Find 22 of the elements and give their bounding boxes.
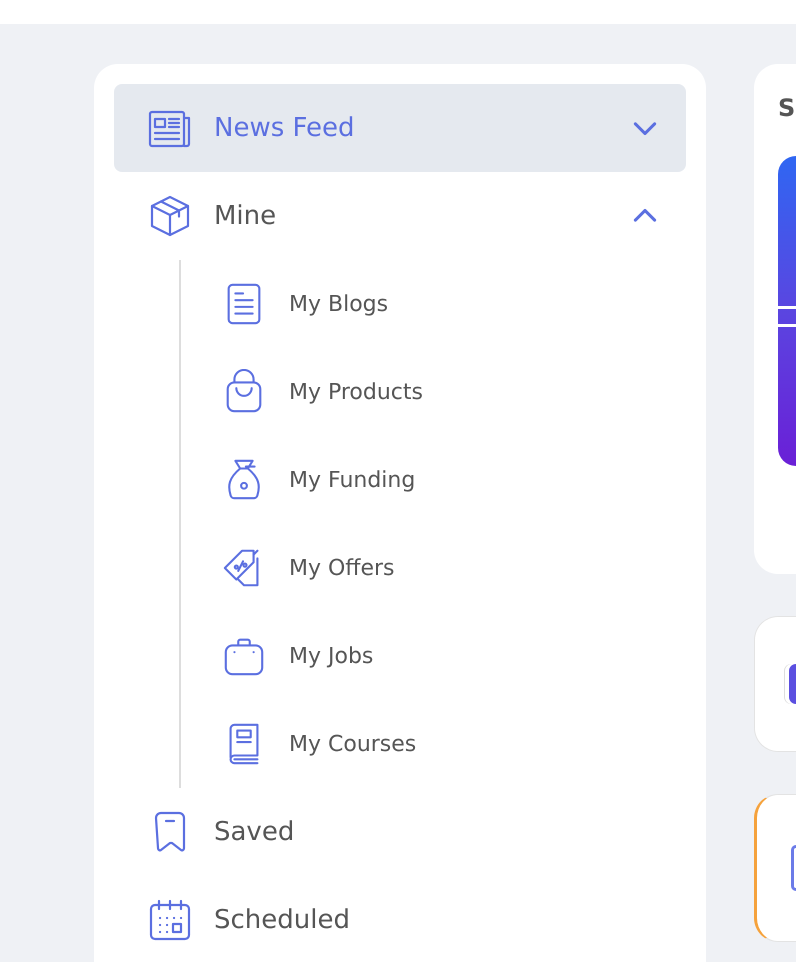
card-heading: S: [778, 94, 796, 124]
nav-item[interactable]: Mine: [114, 172, 686, 260]
nav-label: My Funding: [289, 468, 416, 492]
nav-label: My Jobs: [289, 644, 374, 668]
nav-label: My Blogs: [289, 292, 388, 316]
nav-label: Mine: [214, 201, 278, 231]
nav-subitem[interactable]: My Jobs: [221, 612, 686, 700]
nav-label: News Feed: [214, 113, 356, 143]
nav-subitem[interactable]: My Products: [221, 348, 686, 436]
nav-label: Scheduled: [214, 905, 351, 935]
nav-subitem[interactable]: My Funding: [221, 436, 686, 524]
nav-item[interactable]: Saved: [114, 788, 686, 876]
nav-label: My Offers: [289, 556, 395, 580]
nav-label: My Products: [289, 380, 423, 404]
nav-label: Saved: [214, 817, 296, 847]
nav-item[interactable]: News Feed: [114, 84, 686, 172]
nav-subitem[interactable]: My Courses: [221, 700, 686, 788]
avatar: [789, 664, 796, 704]
nav-label: My Courses: [289, 732, 416, 756]
nav-subitem[interactable]: My Offers: [221, 524, 686, 612]
nav-subitem[interactable]: My Blogs: [221, 260, 686, 348]
nav-item[interactable]: Scheduled: [114, 876, 686, 962]
